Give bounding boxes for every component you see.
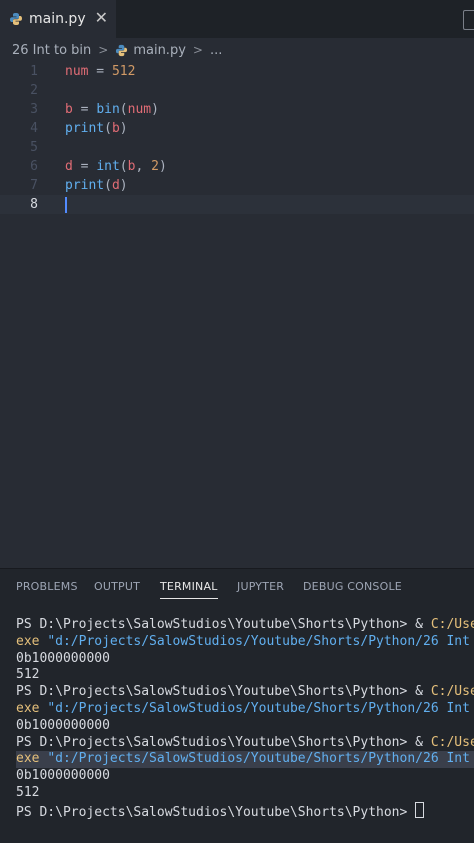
code-token: ( (104, 178, 112, 193)
code-token: = (72, 102, 97, 117)
terminal-path: "d:/Projects/SalowStudios/Youtube/Shorts… (47, 700, 470, 716)
code-token: d (111, 178, 120, 193)
terminal-text: PS D:\Projects\SalowStudios\Youtube\Shor… (16, 734, 431, 750)
code-token: , (135, 159, 152, 174)
code-token: ) (119, 121, 128, 136)
terminal-line: 512 (16, 667, 474, 684)
tab-terminal[interactable]: TERMINAL (160, 580, 218, 599)
code-text: print(d) (65, 176, 128, 195)
line-number: 5 (30, 140, 38, 155)
code-text: d = int(b, 2) (65, 157, 167, 176)
chevron-right-icon: > (98, 43, 109, 57)
code-line[interactable]: 1 num = 512 (0, 62, 474, 81)
terminal-path: "d:/Projects/SalowStudios/Youtube/Shorts… (47, 751, 470, 767)
terminal-text: PS D:\Projects\SalowStudios\Youtube\Shor… (16, 617, 431, 632)
tab-problems[interactable]: PROBLEMS (16, 580, 78, 593)
panel-tabs: PROBLEMS OUTPUT TERMINAL JUPYTER DEBUG C… (0, 569, 474, 605)
code-token: print (65, 121, 105, 136)
terminal-text: 0b1000000000 (16, 717, 110, 733)
terminal-text: PS D:\Projects\SalowStudios\Youtube\Shor… (16, 684, 431, 700)
code-token: = (88, 64, 112, 79)
code-line[interactable]: 6 d = int(b, 2) (0, 157, 474, 176)
code-token: ( (119, 159, 128, 174)
line-number: 8 (30, 197, 38, 212)
terminal-line: exe "d:/Projects/SalowStudios/Youtube/Sh… (16, 634, 474, 651)
code-token: int (96, 159, 120, 174)
code-token: num (65, 64, 89, 79)
terminal-line: 0b1000000000 (16, 768, 474, 785)
terminal-text: 0b1000000000 (16, 650, 110, 666)
code-text: print(b) (65, 119, 128, 138)
line-number: 3 (30, 102, 38, 117)
terminal-command: C:/Users/ (430, 734, 474, 750)
code-line[interactable]: 5 (0, 138, 474, 157)
editor-tab-bar: main.py ✕ (0, 0, 474, 39)
code-editor[interactable]: 1 num = 512 2 3 b = bin(num) 4 print(b) 5 6 d = i… (0, 62, 474, 568)
terminal-line: PS D:\Projects\SalowStudios\Youtube\Shor… (16, 684, 474, 701)
terminal-cursor (415, 801, 425, 818)
code-token: 2 (151, 159, 159, 174)
breadcrumb-folder[interactable]: 26 Int to bin (12, 43, 91, 58)
tab-jupyter[interactable]: JUPYTER (237, 580, 284, 593)
terminal-line: 0b1000000000 (16, 718, 474, 735)
code-token: num (127, 102, 152, 117)
code-token: ) (119, 178, 128, 193)
code-line[interactable]: 8 (0, 195, 474, 214)
code-text: num = 512 (65, 62, 135, 81)
terminal-text: 0b1000000000 (16, 768, 110, 784)
code-token: bin (96, 102, 120, 117)
terminal-line: 512 (16, 785, 474, 802)
breadcrumb-file[interactable]: main.py (133, 43, 186, 58)
line-number: 7 (30, 178, 38, 193)
code-token: ( (119, 102, 128, 117)
code-token: = (72, 159, 97, 174)
terminal-text: exe (16, 751, 48, 767)
code-text: b = bin(num) (65, 100, 159, 119)
terminal-text: exe (16, 633, 48, 649)
tab-debug-console[interactable]: DEBUG CONSOLE (303, 580, 402, 593)
terminal-path: "d:/Projects/SalowStudios/Youtube/Shorts… (47, 633, 470, 649)
bottom-panel: PROBLEMS OUTPUT TERMINAL JUPYTER DEBUG C… (0, 568, 474, 843)
tab-label: main.py (29, 11, 86, 27)
breadcrumb: 26 Int to bin > main.py > ... (0, 38, 474, 62)
line-number: 4 (30, 121, 38, 136)
terminal-line: PS D:\Projects\SalowStudios\Youtube\Shor… (16, 617, 474, 634)
terminal-text: exe (16, 700, 48, 716)
terminal-text: 512 (16, 667, 40, 683)
code-token: b (111, 121, 120, 136)
terminal-text: PS D:\Projects\SalowStudios\Youtube\Shor… (16, 804, 416, 820)
terminal-line: exe "d:/Projects/SalowStudios/Youtube/Sh… (16, 701, 474, 718)
line-number: 1 (30, 64, 38, 79)
terminal-text: 512 (16, 784, 40, 800)
breadcrumb-ellipsis[interactable]: ... (210, 43, 222, 58)
code-line[interactable]: 7 print(d) (0, 176, 474, 195)
line-number: 6 (30, 159, 38, 174)
code-token: 512 (111, 64, 136, 79)
terminal-output[interactable]: PS D:\Projects\SalowStudios\Youtube\Shor… (16, 617, 474, 837)
code-line[interactable]: 3 b = bin(num) (0, 100, 474, 119)
code-line[interactable]: 2 (0, 81, 474, 100)
terminal-line: PS D:\Projects\SalowStudios\Youtube\Shor… (16, 801, 474, 820)
terminal-command: C:/Users/ (430, 617, 474, 632)
text-cursor (65, 197, 67, 213)
code-token: b (65, 102, 73, 117)
tab-output[interactable]: OUTPUT (94, 580, 140, 593)
python-file-icon (116, 44, 128, 56)
terminal-line: 0b1000000000 (16, 651, 474, 668)
code-token: ) (158, 159, 167, 174)
code-token: ) (151, 102, 159, 117)
split-editor-icon[interactable] (463, 10, 474, 30)
python-file-icon (10, 13, 22, 25)
code-token: ( (104, 121, 112, 136)
close-icon[interactable]: ✕ (95, 9, 108, 27)
terminal-command: C:/Users/ (430, 684, 474, 700)
chevron-right-icon: > (192, 43, 203, 57)
terminal-line: exe "d:/Projects/SalowStudios/Youtube/Sh… (16, 751, 474, 769)
tab-main-py[interactable]: main.py ✕ (0, 0, 116, 39)
code-token: d (65, 159, 73, 174)
terminal-line: PS D:\Projects\SalowStudios\Youtube\Shor… (16, 735, 474, 752)
code-line[interactable]: 4 print(b) (0, 119, 474, 138)
line-number: 2 (30, 83, 38, 98)
code-token: print (65, 178, 105, 193)
